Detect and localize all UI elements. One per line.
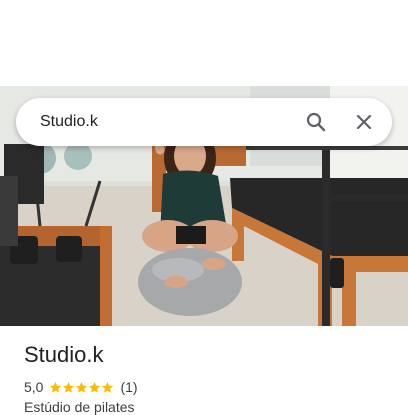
search-icon bbox=[306, 112, 326, 132]
close-icon bbox=[356, 114, 372, 130]
rating-row[interactable]: 5,0 (1) bbox=[24, 378, 138, 396]
search-button[interactable] bbox=[292, 98, 340, 146]
star-rating bbox=[49, 381, 114, 394]
star-icon bbox=[102, 381, 114, 393]
place-title: Studio.k bbox=[24, 342, 104, 367]
star-icon bbox=[50, 381, 62, 393]
place-category: Estúdio de pilates bbox=[24, 399, 135, 415]
rating-value: 5,0 bbox=[24, 379, 44, 395]
star-icon bbox=[76, 381, 88, 393]
search-bar bbox=[16, 98, 392, 146]
star-icon bbox=[63, 381, 75, 393]
star-icon bbox=[89, 381, 101, 393]
clear-search-button[interactable] bbox=[340, 98, 388, 146]
review-count[interactable]: (1) bbox=[120, 379, 137, 395]
search-input[interactable] bbox=[40, 110, 292, 134]
